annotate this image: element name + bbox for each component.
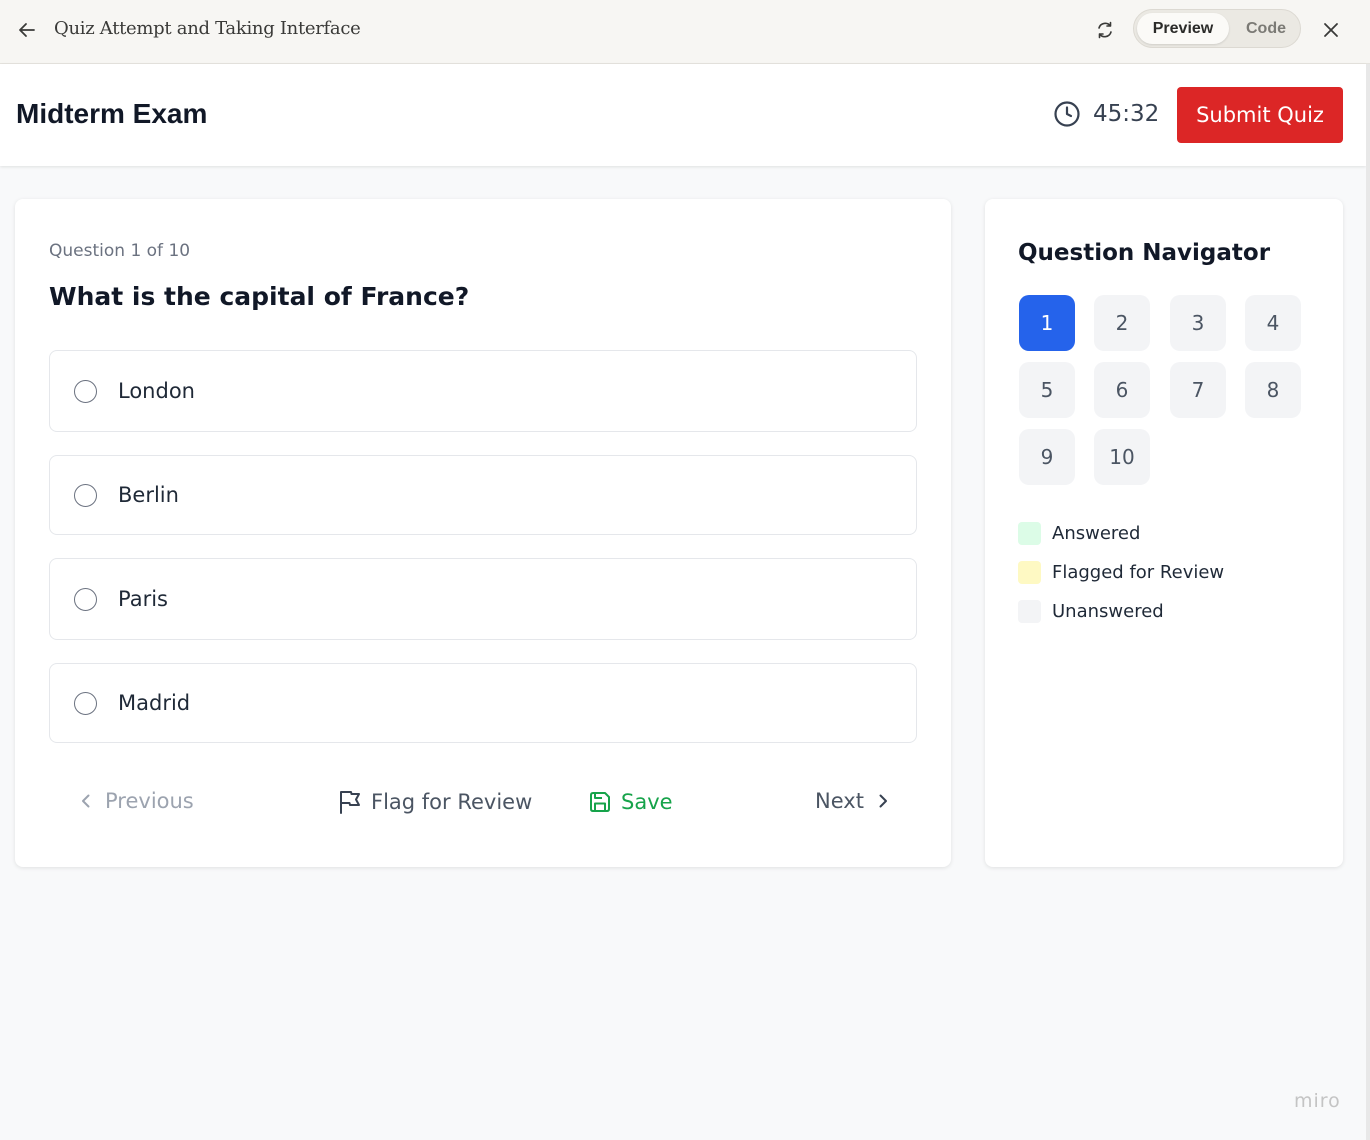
close-icon[interactable] (1318, 17, 1344, 43)
preview-code-toggle: Preview Code (1133, 9, 1301, 48)
radio-button[interactable] (74, 380, 97, 403)
flag-for-review-button[interactable]: Flag for Review (337, 789, 532, 815)
exam-title: Midterm Exam (16, 98, 208, 129)
question-navigator: Question Navigator 1 2 3 4 5 6 7 8 9 10 … (985, 199, 1343, 867)
answer-option[interactable]: Madrid (49, 663, 917, 743)
flagged-swatch (1018, 561, 1041, 584)
question-button-7[interactable]: 7 (1170, 362, 1226, 418)
option-label: Berlin (118, 483, 179, 507)
question-button-6[interactable]: 6 (1094, 362, 1150, 418)
save-label: Save (621, 790, 673, 814)
question-button-3[interactable]: 3 (1170, 295, 1226, 351)
scrollbar-track[interactable] (1366, 64, 1370, 1140)
question-actions: Previous Flag for Review Save Next (15, 789, 951, 825)
flag-label: Flag for Review (371, 790, 533, 814)
question-text: What is the capital of France? (49, 282, 470, 311)
preview-tab[interactable]: Preview (1137, 13, 1229, 44)
chevron-right-icon (874, 792, 892, 810)
question-button-8[interactable]: 8 (1245, 362, 1301, 418)
clock-icon (1053, 100, 1081, 128)
answer-option[interactable]: Paris (49, 558, 917, 640)
option-label: Madrid (118, 691, 191, 715)
submit-quiz-button[interactable]: Submit Quiz (1177, 87, 1343, 143)
unanswered-swatch (1018, 600, 1041, 623)
question-card: Question 1 of 10 What is the capital of … (15, 199, 951, 867)
question-button-9[interactable]: 9 (1019, 429, 1075, 485)
legend-unanswered: Unanswered (1018, 600, 1164, 623)
question-counter: Question 1 of 10 (49, 241, 191, 261)
question-button-4[interactable]: 4 (1245, 295, 1301, 351)
window-topbar: Quiz Attempt and Taking Interface Previe… (0, 0, 1370, 64)
brand-logo: miro (1294, 1090, 1341, 1112)
radio-button[interactable] (74, 692, 97, 715)
legend-label: Flagged for Review (1052, 562, 1225, 583)
legend-label: Unanswered (1052, 601, 1164, 622)
save-icon (587, 789, 613, 815)
option-label: London (118, 379, 195, 403)
back-arrow-icon[interactable] (14, 17, 40, 43)
countdown-timer: 45:32 (1053, 100, 1159, 128)
question-button-1[interactable]: 1 (1019, 295, 1075, 351)
save-button[interactable]: Save (587, 789, 673, 815)
previous-label: Previous (105, 789, 194, 813)
question-button-10[interactable]: 10 (1094, 429, 1150, 485)
legend-label: Answered (1052, 523, 1141, 544)
chevron-left-icon (77, 792, 95, 810)
window-title: Quiz Attempt and Taking Interface (54, 18, 361, 39)
refresh-icon[interactable] (1092, 17, 1118, 43)
radio-button[interactable] (74, 588, 97, 611)
answer-option[interactable]: Berlin (49, 455, 917, 535)
flag-icon (337, 789, 363, 815)
next-button[interactable]: Next (815, 789, 892, 813)
next-label: Next (815, 789, 864, 813)
navigator-title: Question Navigator (1018, 240, 1271, 266)
legend-flagged: Flagged for Review (1018, 561, 1224, 584)
timer-value: 45:32 (1093, 101, 1160, 127)
answered-swatch (1018, 522, 1041, 545)
question-button-2[interactable]: 2 (1094, 295, 1150, 351)
quiz-header: Midterm Exam 45:32 Submit Quiz (0, 64, 1366, 166)
previous-button[interactable]: Previous (77, 789, 194, 813)
radio-button[interactable] (74, 484, 97, 507)
option-label: Paris (118, 587, 168, 611)
code-tab[interactable]: Code (1233, 13, 1299, 44)
question-button-5[interactable]: 5 (1019, 362, 1075, 418)
answer-option[interactable]: London (49, 350, 917, 432)
legend-answered: Answered (1018, 522, 1140, 545)
